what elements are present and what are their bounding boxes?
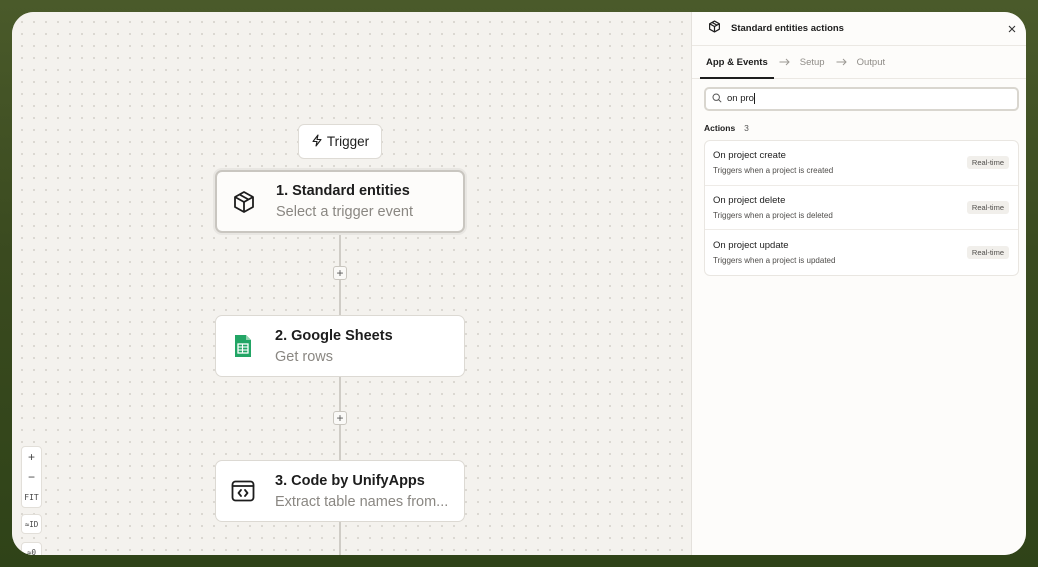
connector-line [339, 425, 341, 461]
tab-output[interactable]: Output [857, 57, 886, 68]
workflow-node-google-sheets[interactable]: 2. Google Sheets Get rows [215, 315, 465, 377]
action-title: On project delete [713, 194, 786, 206]
realtime-badge: Real-time [966, 156, 1009, 170]
panel-header: Standard entities actions [692, 12, 1026, 46]
connector-line [339, 232, 341, 268]
workflow-node-code[interactable]: 3. Code by UnifyApps Extract table names… [215, 460, 465, 522]
actions-section-header: Actions 3 [704, 123, 1026, 133]
cube-icon [708, 19, 721, 38]
trigger-pill[interactable]: Trigger [298, 124, 382, 159]
actions-panel: Standard entities actions App & Events S… [691, 12, 1026, 555]
toggle-zero-button[interactable]: ≈0 [21, 542, 42, 555]
list-item[interactable]: On project update Triggers when a projec… [705, 230, 1018, 275]
connector-line [339, 522, 341, 555]
tab-setup[interactable]: Setup [800, 57, 825, 68]
realtime-badge: Real-time [966, 245, 1009, 259]
zoom-out-button[interactable]: − [22, 467, 41, 487]
panel-tabs: App & Events Setup Output [692, 46, 1026, 79]
code-window-icon [230, 478, 256, 504]
connector-line [339, 377, 341, 413]
workflow-canvas[interactable]: + + Trigger 1. Standard entities Select … [12, 12, 691, 555]
node-text: 1. Standard entities Select a trigger ev… [276, 183, 462, 220]
fit-view-button[interactable]: FIT [22, 487, 41, 507]
action-description: Triggers when a project is updated [713, 255, 836, 265]
arrow-right-icon [836, 58, 847, 66]
close-icon [1008, 20, 1016, 38]
app-window: + + Trigger 1. Standard entities Select … [12, 12, 1026, 555]
arrow-right-icon [779, 58, 790, 66]
search-value: on pro [727, 93, 755, 105]
action-description: Triggers when a project is created [713, 166, 834, 176]
list-item[interactable]: On project create Triggers when a projec… [705, 141, 1018, 186]
node-title: 3. Code by UnifyApps [275, 472, 425, 489]
list-item[interactable]: On project delete Triggers when a projec… [705, 186, 1018, 230]
panel-title: Standard entities actions [731, 23, 844, 34]
node-subtitle: Select a trigger event [276, 204, 414, 220]
section-label: Actions [704, 123, 736, 133]
node-title: 2. Google Sheets [275, 327, 393, 344]
zoom-controls: + − FIT [21, 446, 42, 508]
tab-app-events[interactable]: App & Events [700, 57, 774, 79]
zoom-in-button[interactable]: + [22, 447, 41, 467]
node-subtitle: Extract table names from... [275, 493, 449, 510]
realtime-badge: Real-time [966, 200, 1009, 214]
trigger-label: Trigger [326, 134, 370, 149]
close-panel-button[interactable] [1005, 22, 1019, 36]
node-title: 1. Standard entities [276, 183, 410, 199]
workflow-node-standard-entities[interactable]: 1. Standard entities Select a trigger ev… [215, 170, 465, 233]
lightning-icon [311, 133, 323, 150]
add-step-button[interactable]: + [333, 411, 347, 425]
toggle-ids-button[interactable]: ≈ID [21, 514, 42, 534]
node-text: 2. Google Sheets Get rows [275, 328, 461, 365]
node-text: 3. Code by UnifyApps Extract table names… [275, 473, 461, 510]
connector-line [339, 280, 341, 316]
cube-icon [231, 189, 257, 215]
google-sheets-icon [230, 333, 256, 359]
actions-list: On project create Triggers when a projec… [704, 140, 1019, 276]
action-description: Triggers when a project is deleted [713, 210, 833, 220]
action-title: On project update [713, 239, 789, 251]
section-count: 3 [744, 123, 749, 133]
node-subtitle: Get rows [275, 348, 334, 365]
action-title: On project create [713, 150, 786, 162]
search-icon [712, 90, 722, 108]
add-step-button[interactable]: + [333, 266, 347, 280]
search-input[interactable]: on pro [704, 87, 1019, 111]
